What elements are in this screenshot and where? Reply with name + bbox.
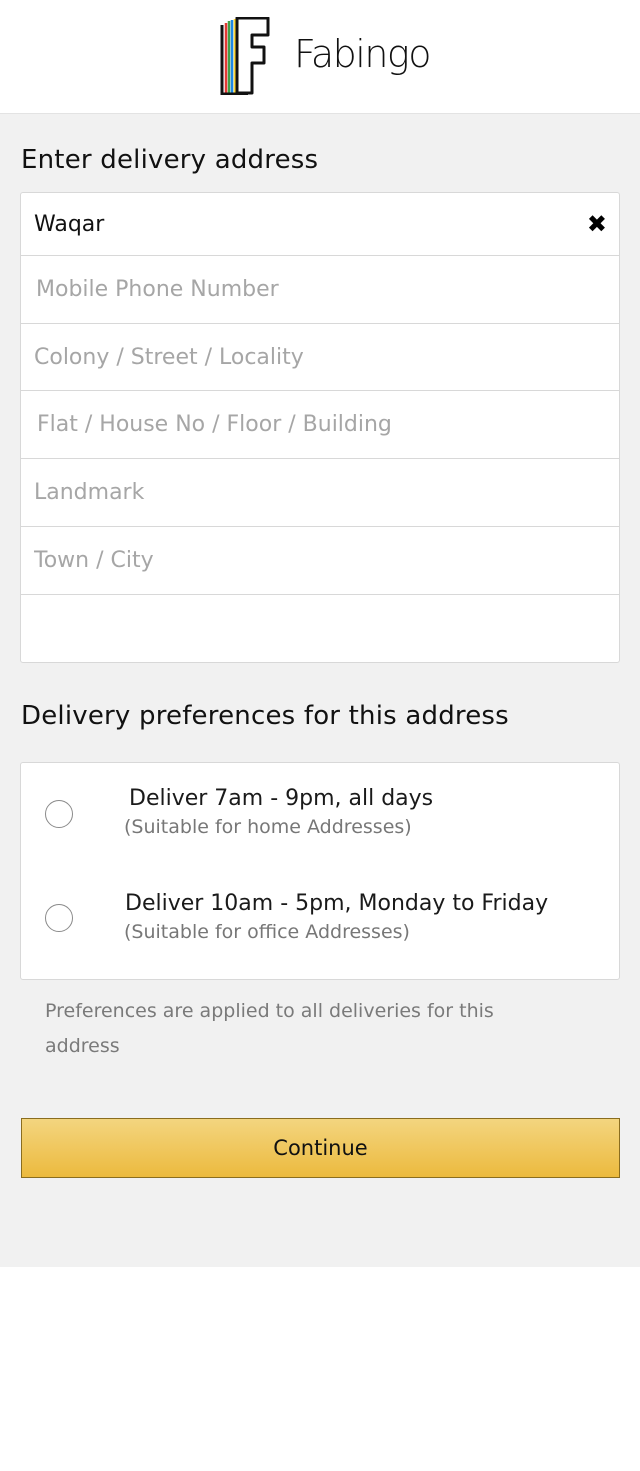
extra-field-row — [21, 595, 619, 662]
continue-button[interactable]: Continue — [21, 1118, 620, 1178]
option-home-subtitle: (Suitable for home Addresses) — [124, 816, 412, 838]
phone-input[interactable] — [36, 256, 576, 323]
app-header: Fabingo — [0, 0, 640, 114]
radio-option-office[interactable] — [45, 904, 73, 932]
name-field-row: ✖ — [21, 193, 619, 256]
flat-input[interactable] — [37, 391, 577, 458]
city-input[interactable] — [34, 527, 574, 594]
flat-field-row — [21, 391, 619, 459]
option-office-subtitle: (Suitable for office Addresses) — [124, 921, 410, 943]
radio-option-home[interactable] — [45, 800, 73, 828]
city-field-row — [21, 527, 619, 595]
street-input[interactable] — [34, 324, 574, 390]
brand-name: Fabingo — [294, 32, 431, 76]
name-input[interactable] — [34, 193, 574, 255]
phone-field-row — [21, 256, 619, 324]
delivery-preferences: Deliver 7am - 9pm, all days (Suitable fo… — [20, 762, 620, 980]
close-icon[interactable]: ✖ — [587, 212, 607, 236]
option-home-title: Deliver 7am - 9pm, all days — [129, 786, 434, 811]
preferences-heading: Delivery preferences for this address — [21, 701, 509, 731]
address-form: ✖ — [20, 192, 620, 663]
street-field-row — [21, 324, 619, 391]
landmark-field-row — [21, 459, 619, 527]
landmark-input[interactable] — [34, 459, 574, 526]
main-content: Enter delivery address ✖ Delivery prefer… — [0, 114, 640, 1267]
option-office-title: Deliver 10am - 5pm, Monday to Friday — [125, 891, 549, 916]
fabingo-logo-icon — [220, 17, 270, 95]
extra-input[interactable] — [34, 595, 574, 662]
address-heading: Enter delivery address — [21, 145, 319, 175]
preferences-note: Preferences are applied to all deliverie… — [45, 1000, 494, 1057]
